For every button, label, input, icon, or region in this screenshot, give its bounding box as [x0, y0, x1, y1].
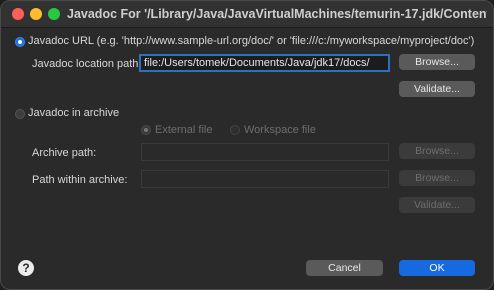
location-path-field[interactable] — [139, 54, 390, 72]
path-within-archive-input[interactable] — [145, 171, 383, 187]
archive-path-input[interactable] — [145, 144, 383, 160]
path-within-archive-field[interactable] — [141, 170, 389, 188]
javadoc-dialog: Javadoc For '/Library/Java/JavaVirtualMa… — [0, 0, 494, 290]
external-file-radio[interactable] — [141, 125, 151, 135]
cancel-button[interactable]: Cancel — [306, 260, 383, 276]
browse-within-archive-button[interactable]: Browse... — [399, 170, 475, 186]
window-title: Javadoc For '/Library/Java/JavaVirtualMa… — [67, 7, 487, 21]
javadoc-url-label: Javadoc URL (e.g. 'http://www.sample-url… — [28, 35, 475, 47]
archive-path-field[interactable] — [141, 143, 389, 161]
javadoc-url-radio[interactable] — [15, 37, 25, 47]
archive-path-label: Archive path: — [32, 147, 97, 159]
external-file-label: External file — [155, 124, 213, 136]
browse-url-button[interactable]: Browse... — [399, 54, 475, 70]
validate-url-button[interactable]: Validate... — [399, 81, 475, 97]
location-path-label: Javadoc location path: — [32, 58, 142, 70]
path-within-archive-label: Path within archive: — [32, 174, 128, 186]
ok-button[interactable]: OK — [399, 260, 475, 276]
location-path-input[interactable] — [144, 56, 383, 70]
browse-archive-button[interactable]: Browse... — [399, 143, 475, 159]
close-window-button[interactable] — [12, 8, 24, 20]
javadoc-archive-radio[interactable] — [15, 109, 25, 119]
maximize-window-button[interactable] — [48, 8, 60, 20]
title-bar: Javadoc For '/Library/Java/JavaVirtualMa… — [1, 1, 493, 28]
workspace-file-radio[interactable] — [230, 125, 240, 135]
workspace-file-label: Workspace file — [244, 124, 316, 136]
help-icon[interactable]: ? — [18, 260, 34, 276]
javadoc-archive-label: Javadoc in archive — [28, 107, 120, 119]
validate-archive-button[interactable]: Validate... — [399, 197, 475, 213]
minimize-window-button[interactable] — [30, 8, 42, 20]
